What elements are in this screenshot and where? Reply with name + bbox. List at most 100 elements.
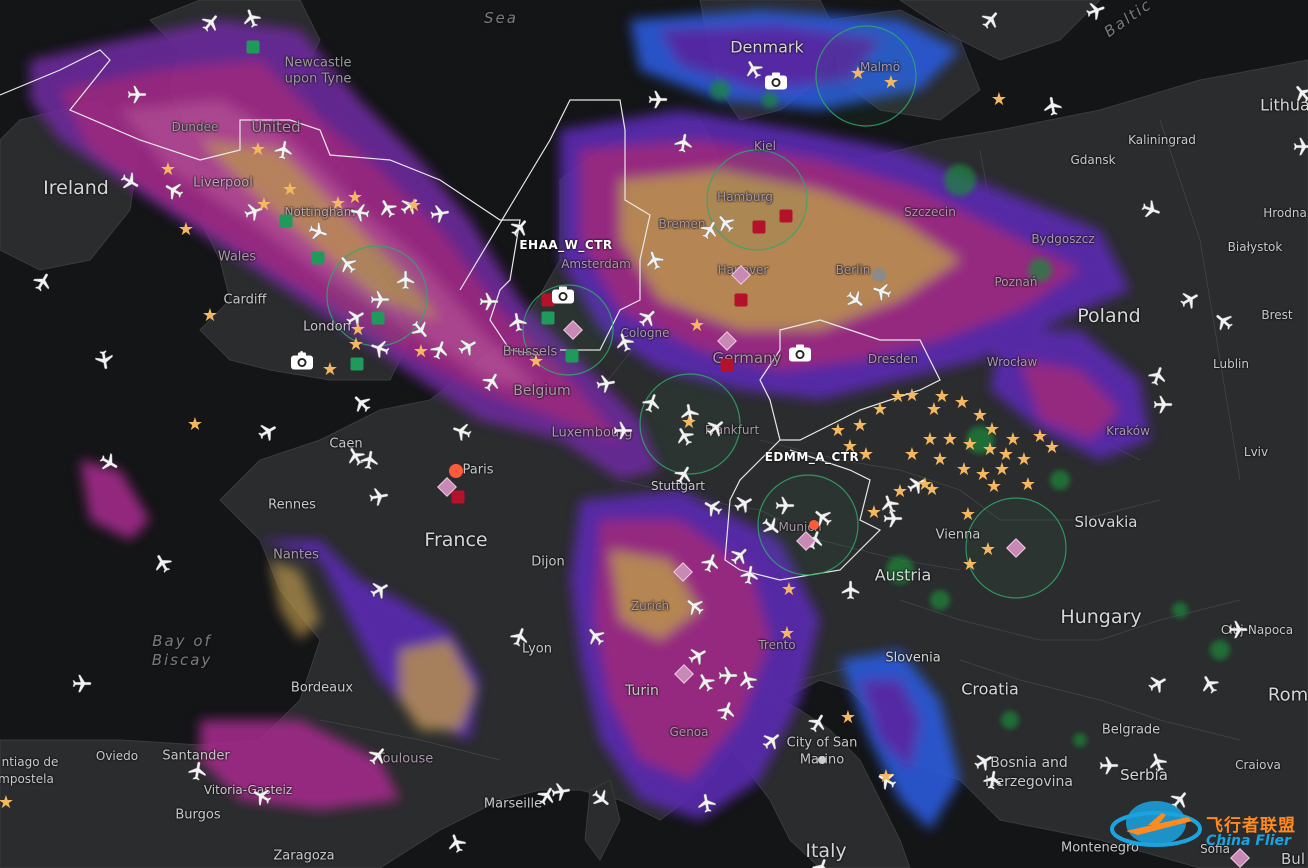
star-icon[interactable]: ★	[779, 625, 795, 643]
aircraft-icon[interactable]	[366, 484, 391, 509]
aircraft-icon[interactable]	[1227, 619, 1249, 641]
aircraft-icon[interactable]	[357, 447, 382, 472]
star-icon[interactable]: ★	[413, 343, 429, 361]
airport-badge-green[interactable]	[246, 40, 260, 54]
china-flier-logo: 飞行者联盟 China Flier	[1108, 795, 1308, 855]
star-icon[interactable]: ★	[781, 581, 797, 599]
star-icon[interactable]: ★	[984, 421, 1000, 439]
aircraft-icon[interactable]	[1040, 93, 1065, 118]
star-icon[interactable]: ★	[991, 91, 1007, 109]
aircraft-icon[interactable]	[71, 673, 93, 695]
star-icon[interactable]: ★	[842, 438, 858, 456]
star-icon[interactable]: ★	[202, 307, 218, 325]
airport-badge-green[interactable]	[371, 311, 385, 325]
aircraft-icon[interactable]	[1098, 755, 1120, 777]
aircraft-icon[interactable]	[505, 309, 530, 334]
star-icon[interactable]: ★	[840, 709, 856, 727]
star-icon[interactable]: ★	[282, 181, 298, 199]
star-icon[interactable]: ★	[1044, 439, 1060, 457]
flight-radar-map[interactable]: Ireland France Poland Austria Hungary Sl…	[0, 0, 1308, 868]
star-icon[interactable]: ★	[904, 446, 920, 464]
airport-badge-red[interactable]	[752, 220, 766, 234]
star-icon[interactable]: ★	[406, 197, 422, 215]
star-icon[interactable]: ★	[922, 431, 938, 449]
highlighted-aircraft-marker[interactable]	[449, 464, 463, 478]
camera-icon[interactable]	[764, 72, 788, 91]
aircraft-icon[interactable]	[593, 371, 618, 396]
aircraft-icon[interactable]	[91, 347, 116, 372]
airport-badge-red[interactable]	[779, 209, 793, 223]
star-icon[interactable]: ★	[160, 161, 176, 179]
star-icon[interactable]: ★	[681, 414, 697, 432]
star-icon[interactable]: ★	[528, 353, 544, 371]
star-icon[interactable]: ★	[347, 189, 363, 207]
star-icon[interactable]: ★	[866, 504, 882, 522]
star-icon[interactable]: ★	[878, 768, 894, 786]
star-icon[interactable]: ★	[256, 196, 272, 214]
airport-badge-green[interactable]	[350, 357, 364, 371]
aircraft-icon[interactable]	[1292, 136, 1308, 158]
aircraft-icon[interactable]	[271, 137, 296, 162]
aircraft-icon[interactable]	[395, 269, 417, 291]
star-icon[interactable]: ★	[1016, 451, 1032, 469]
airport-badge-red[interactable]	[720, 358, 734, 372]
airport-badge-red[interactable]	[734, 293, 748, 307]
airport-marker-grey[interactable]	[872, 268, 886, 282]
aircraft-icon[interactable]	[980, 767, 1005, 792]
airport-badge-red[interactable]	[451, 490, 465, 504]
star-icon[interactable]: ★	[892, 483, 908, 501]
aircraft-icon[interactable]	[427, 201, 452, 226]
star-icon[interactable]: ★	[934, 388, 950, 406]
star-icon[interactable]: ★	[348, 336, 364, 354]
camera-icon[interactable]	[290, 352, 314, 371]
star-icon[interactable]: ★	[187, 416, 203, 434]
aircraft-icon[interactable]	[1152, 394, 1174, 416]
aircraft-icon[interactable]	[774, 495, 796, 517]
airport-badge-green[interactable]	[311, 251, 325, 265]
aircraft-icon[interactable]	[694, 790, 719, 815]
star-icon[interactable]: ★	[904, 387, 920, 405]
star-icon[interactable]: ★	[872, 401, 888, 419]
china-flier-emblem-icon	[1110, 801, 1202, 847]
aircraft-icon[interactable]	[369, 289, 391, 311]
star-icon[interactable]: ★	[986, 478, 1002, 496]
star-icon[interactable]: ★	[322, 361, 338, 379]
aircraft-icon[interactable]	[647, 89, 669, 111]
star-icon[interactable]: ★	[954, 394, 970, 412]
star-icon[interactable]: ★	[956, 461, 972, 479]
camera-icon[interactable]	[551, 286, 575, 305]
star-icon[interactable]: ★	[178, 221, 194, 239]
city-point-marker[interactable]	[818, 756, 826, 764]
star-icon[interactable]: ★	[852, 417, 868, 435]
star-icon[interactable]: ★	[330, 195, 346, 213]
star-icon[interactable]: ★	[998, 446, 1014, 464]
star-icon[interactable]: ★	[250, 141, 266, 159]
aircraft-icon[interactable]	[185, 758, 210, 783]
aircraft-icon[interactable]	[671, 130, 696, 155]
aircraft-icon[interactable]	[882, 508, 904, 530]
star-icon[interactable]: ★	[858, 446, 874, 464]
aircraft-icon[interactable]	[840, 579, 862, 601]
logo-text-en: China Flier	[1206, 833, 1291, 849]
star-icon[interactable]: ★	[980, 541, 996, 559]
star-icon[interactable]: ★	[924, 481, 940, 499]
star-icon[interactable]: ★	[0, 794, 14, 812]
star-icon[interactable]: ★	[1020, 476, 1036, 494]
star-icon[interactable]: ★	[960, 506, 976, 524]
aircraft-icon[interactable]	[478, 291, 500, 313]
star-icon[interactable]: ★	[689, 317, 705, 335]
airport-badge-green[interactable]	[279, 214, 293, 228]
star-icon[interactable]: ★	[982, 441, 998, 459]
airport-badge-green[interactable]	[541, 311, 555, 325]
camera-icon[interactable]	[788, 344, 812, 363]
star-icon[interactable]: ★	[962, 436, 978, 454]
star-icon[interactable]: ★	[850, 65, 866, 83]
star-icon[interactable]: ★	[883, 74, 899, 92]
aircraft-icon[interactable]	[612, 420, 634, 442]
aircraft-icon[interactable]	[126, 84, 148, 106]
star-icon[interactable]: ★	[932, 451, 948, 469]
star-icon[interactable]: ★	[962, 556, 978, 574]
star-icon[interactable]: ★	[942, 431, 958, 449]
airport-badge-green[interactable]	[565, 349, 579, 363]
highlighted-aircraft-marker[interactable]	[809, 520, 819, 530]
